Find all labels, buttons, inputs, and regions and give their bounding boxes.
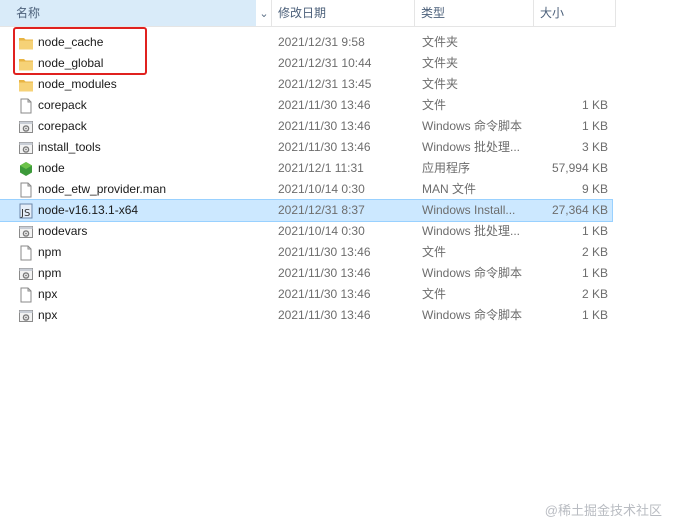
file-row[interactable]: JS node-v16.13.1-x64 2021/12/31 8:37 Window… xyxy=(0,199,613,222)
script-icon xyxy=(18,266,34,282)
file-size: 2 KB xyxy=(581,245,608,259)
file-type: Windows 命令脚本 xyxy=(422,308,523,322)
script-icon xyxy=(18,224,34,240)
file-name: node xyxy=(38,161,65,175)
file-size: 9 KB xyxy=(581,182,608,196)
file-icon xyxy=(18,98,34,114)
column-header-date[interactable]: 修改日期 xyxy=(272,0,414,26)
file-icon xyxy=(18,245,34,261)
file-name: npx xyxy=(38,287,58,301)
file-date-modified: 2021/12/31 9:58 xyxy=(278,35,365,49)
folder-icon xyxy=(18,77,34,93)
file-date-modified: 2021/12/31 8:37 xyxy=(278,203,365,217)
file-date-modified: 2021/10/14 0:30 xyxy=(278,182,365,196)
column-divider[interactable] xyxy=(615,0,616,26)
file-name: node_etw_provider.man xyxy=(38,182,167,196)
file-date-modified: 2021/11/30 13:46 xyxy=(278,266,371,280)
file-row[interactable]: node 2021/12/1 11:31 应用程序 57,994 KB xyxy=(0,158,612,179)
node-app-icon xyxy=(18,161,34,177)
file-row[interactable]: npx 2021/11/30 13:46 文件 2 KB xyxy=(0,284,612,305)
file-row[interactable]: corepack 2021/11/30 13:46 文件 1 KB xyxy=(0,95,612,116)
file-date-modified: 2021/12/31 13:45 xyxy=(278,77,372,91)
file-name: node_modules xyxy=(38,77,117,91)
file-size: 1 KB xyxy=(581,119,608,133)
file-type: Windows 批处理... xyxy=(422,140,521,154)
file-date-modified: 2021/11/30 13:46 xyxy=(278,119,371,133)
file-type: Windows 命令脚本 xyxy=(422,119,523,133)
file-type: 文件夹 xyxy=(422,77,459,91)
file-size: 57,994 KB xyxy=(551,161,608,175)
file-row[interactable]: node_modules 2021/12/31 13:45 文件夹 xyxy=(0,74,612,95)
file-name: install_tools xyxy=(38,140,101,154)
file-row[interactable]: npx 2021/11/30 13:46 Windows 命令脚本 1 KB xyxy=(0,305,612,326)
file-type: Windows 命令脚本 xyxy=(422,266,523,280)
file-type: 文件夹 xyxy=(422,35,459,49)
file-row[interactable]: nodevars 2021/10/14 0:30 Windows 批处理... 1 K… xyxy=(0,221,612,242)
file-name: corepack xyxy=(38,119,87,133)
column-header-name[interactable]: 名称 xyxy=(0,0,256,26)
file-type: 文件 xyxy=(422,98,447,112)
file-date-modified: 2021/11/30 13:46 xyxy=(278,245,371,259)
file-name: npx xyxy=(38,308,58,322)
file-date-modified: 2021/10/14 0:30 xyxy=(278,224,365,238)
file-type: Windows Install... xyxy=(422,203,516,217)
file-date-modified: 2021/11/30 13:46 xyxy=(278,98,371,112)
column-header-bar: 名称 ⌄ 修改日期 类型 大小 xyxy=(0,0,616,27)
file-name: node-v16.13.1-x64 xyxy=(38,203,139,217)
script-icon xyxy=(18,140,34,156)
file-size: 3 KB xyxy=(581,140,608,154)
file-size: 1 KB xyxy=(581,266,608,280)
file-icon xyxy=(18,287,34,303)
script-icon xyxy=(18,119,34,135)
file-name: npm xyxy=(38,266,62,280)
file-name: nodevars xyxy=(38,224,88,238)
file-type: 文件夹 xyxy=(422,56,459,70)
file-size: 1 KB xyxy=(581,224,608,238)
file-row[interactable]: install_tools 2021/11/30 13:46 Windows 批处理… xyxy=(0,137,612,158)
file-row[interactable]: npm 2021/11/30 13:46 文件 2 KB xyxy=(0,242,612,263)
watermark: @稀土掘金技术社区 xyxy=(544,503,662,518)
file-date-modified: 2021/12/31 10:44 xyxy=(278,56,372,70)
file-size: 1 KB xyxy=(581,308,608,322)
file-date-modified: 2021/11/30 13:46 xyxy=(278,308,371,322)
file-size: 27,364 KB xyxy=(551,203,608,217)
annotation-highlight-box xyxy=(13,27,147,75)
file-date-modified: 2021/12/1 11:31 xyxy=(278,161,364,175)
column-header-type[interactable]: 类型 xyxy=(415,0,533,26)
file-size: 1 KB xyxy=(581,98,608,112)
file-row[interactable]: npm 2021/11/30 13:46 Windows 命令脚本 1 KB xyxy=(0,263,612,284)
column-header-size[interactable]: 大小 xyxy=(534,0,616,26)
script-icon xyxy=(18,308,34,324)
file-icon xyxy=(18,182,34,198)
file-row[interactable]: node_etw_provider.man 2021/10/14 0:30 MAN … xyxy=(0,179,612,200)
svg-text:JS: JS xyxy=(20,208,30,219)
file-type: 文件 xyxy=(422,287,447,301)
file-size: 2 KB xyxy=(581,287,608,301)
file-name: corepack xyxy=(38,98,87,112)
file-type: 文件 xyxy=(422,245,447,259)
file-type: Windows 批处理... xyxy=(422,224,521,238)
file-name: npm xyxy=(38,245,62,259)
file-date-modified: 2021/11/30 13:46 xyxy=(278,287,371,301)
file-date-modified: 2021/11/30 13:46 xyxy=(278,140,371,154)
file-list: node_cache 2021/12/31 9:58 文件夹 node_global 2… xyxy=(0,32,620,326)
file-type: 应用程序 xyxy=(422,161,471,175)
installer-icon: JS xyxy=(18,203,34,219)
chevron-down-icon[interactable]: ⌄ xyxy=(256,0,272,26)
file-type: MAN 文件 xyxy=(422,182,477,196)
file-row[interactable]: corepack 2021/11/30 13:46 Windows 命令脚本 1 KB xyxy=(0,116,612,137)
